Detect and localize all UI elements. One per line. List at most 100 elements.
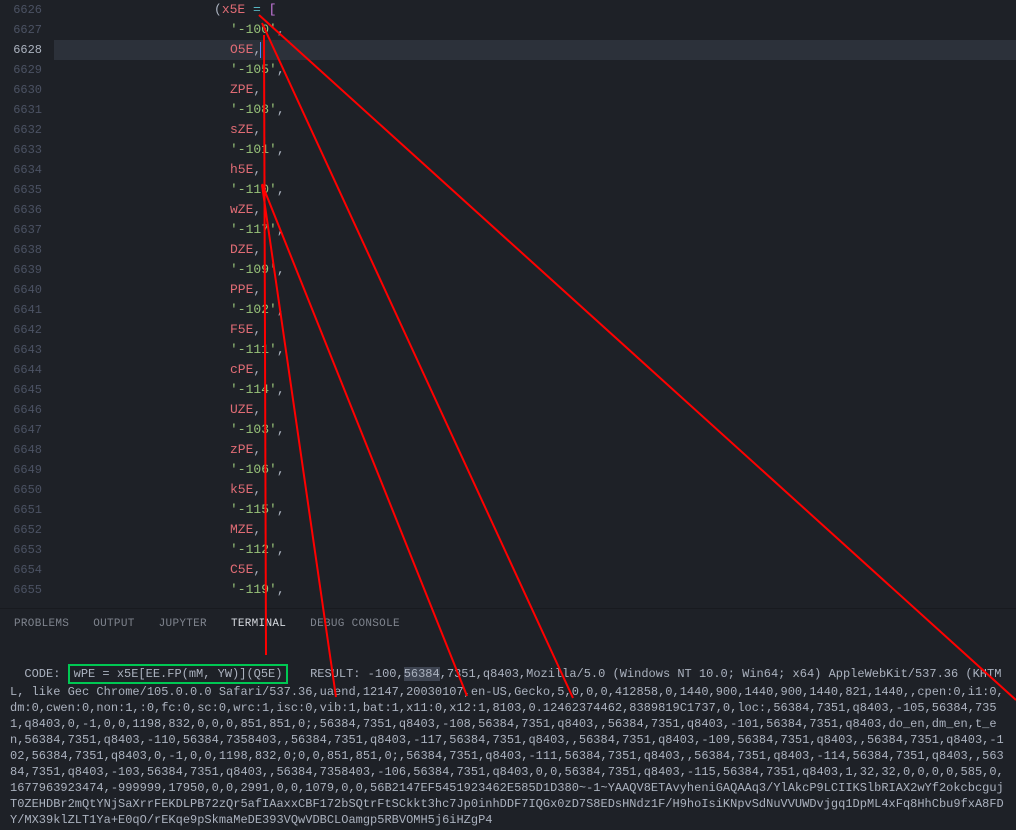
panel-tab-problems[interactable]: PROBLEMS [14, 618, 69, 630]
line-number: 6639 [0, 260, 42, 280]
token: , [277, 182, 285, 197]
line-number: 6648 [0, 440, 42, 460]
code-line[interactable]: '-106', [54, 460, 1016, 480]
code-line[interactable]: h5E, [54, 160, 1016, 180]
highlighted-expression: wPE = x5E[EE.FP(mM, YW)](Q5E) [68, 664, 289, 684]
code-line[interactable]: '-108', [54, 100, 1016, 120]
code-line[interactable]: DZE, [54, 240, 1016, 260]
token: , [277, 22, 285, 37]
token: PPE [230, 282, 253, 297]
token: , [253, 202, 261, 217]
token: k5E [230, 482, 253, 497]
token: UZE [230, 402, 253, 417]
line-number: 6640 [0, 280, 42, 300]
token: , [253, 402, 261, 417]
code-line[interactable]: C5E, [54, 560, 1016, 580]
line-number: 6645 [0, 380, 42, 400]
token: , [277, 382, 285, 397]
code-line[interactable]: F5E, [54, 320, 1016, 340]
line-number: 6655 [0, 580, 42, 600]
code-label: CODE: [24, 667, 67, 681]
code-line[interactable]: UZE, [54, 400, 1016, 420]
token: , [277, 542, 285, 557]
token: , [253, 562, 261, 577]
result-continuation: ,7351,q8403,Mozilla/5.0 (Windows NT 10.0… [10, 667, 1004, 827]
code-line[interactable]: '-114', [54, 380, 1016, 400]
token: , [277, 422, 285, 437]
token: ZPE [230, 82, 253, 97]
panel-tab-output[interactable]: OUTPUT [93, 618, 134, 630]
code-line[interactable]: zPE, [54, 440, 1016, 460]
code-line[interactable]: (x5E = [ [54, 0, 1016, 20]
token: , [253, 242, 261, 257]
line-number: 6654 [0, 560, 42, 580]
code-line[interactable]: '-101', [54, 140, 1016, 160]
token: '-119' [230, 582, 277, 597]
line-number: 6641 [0, 300, 42, 320]
token [261, 2, 269, 17]
code-line[interactable]: '-117', [54, 220, 1016, 240]
token: '-117' [230, 222, 277, 237]
token: , [277, 142, 285, 157]
token: , [277, 342, 285, 357]
panel-tab-terminal[interactable]: TERMINAL [231, 618, 286, 630]
code-line[interactable]: '-109', [54, 260, 1016, 280]
code-area[interactable]: (x5E = ['-100',O5E,'-105',ZPE,'-108',sZE… [54, 0, 1016, 608]
code-line[interactable]: PPE, [54, 280, 1016, 300]
token: cPE [230, 362, 253, 377]
token: '-100' [230, 22, 277, 37]
line-number: 6629 [0, 60, 42, 80]
token: , [253, 482, 261, 497]
code-line[interactable]: '-115', [54, 500, 1016, 520]
code-line[interactable]: wZE, [54, 200, 1016, 220]
token: h5E [230, 162, 253, 177]
token: , [277, 582, 285, 597]
token: , [277, 302, 285, 317]
line-number: 6638 [0, 240, 42, 260]
panel-tab-debug-console[interactable]: DEBUG CONSOLE [310, 618, 400, 630]
token [245, 2, 253, 17]
code-line[interactable]: '-103', [54, 420, 1016, 440]
token: , [277, 462, 285, 477]
code-line[interactable]: k5E, [54, 480, 1016, 500]
token: , [253, 522, 261, 537]
token: zPE [230, 442, 253, 457]
line-number: 6650 [0, 480, 42, 500]
terminal-output[interactable]: CODE: wPE = x5E[EE.FP(mM, YW)](Q5E) RESU… [0, 638, 1016, 830]
line-number: 6652 [0, 520, 42, 540]
code-line[interactable]: ZPE, [54, 80, 1016, 100]
token: , [277, 262, 285, 277]
token: C5E [230, 562, 253, 577]
token: , [253, 362, 261, 377]
token: , [277, 62, 285, 77]
line-number: 6637 [0, 220, 42, 240]
line-number: 6632 [0, 120, 42, 140]
line-number: 6642 [0, 320, 42, 340]
line-number: 6649 [0, 460, 42, 480]
code-line[interactable]: O5E, [54, 40, 1016, 60]
code-line[interactable]: '-112', [54, 540, 1016, 560]
code-line[interactable]: MZE, [54, 520, 1016, 540]
token: , [253, 82, 261, 97]
code-line[interactable]: '-110', [54, 180, 1016, 200]
code-line[interactable]: sZE, [54, 120, 1016, 140]
token: '-108' [230, 102, 277, 117]
code-line[interactable]: cPE, [54, 360, 1016, 380]
line-number: 6651 [0, 500, 42, 520]
line-number: 6626 [0, 0, 42, 20]
line-number: 6631 [0, 100, 42, 120]
line-number: 6634 [0, 160, 42, 180]
token: , [253, 122, 261, 137]
code-line[interactable]: '-102', [54, 300, 1016, 320]
line-number: 6644 [0, 360, 42, 380]
result-selected: 56384 [404, 667, 440, 681]
code-line[interactable]: '-111', [54, 340, 1016, 360]
panel-tab-jupyter[interactable]: JUPYTER [159, 618, 207, 630]
code-line[interactable]: '-100', [54, 20, 1016, 40]
code-line[interactable]: '-105', [54, 60, 1016, 80]
token: '-114' [230, 382, 277, 397]
token: '-105' [230, 62, 277, 77]
token: '-103' [230, 422, 277, 437]
token: = [253, 2, 261, 17]
code-line[interactable]: '-119', [54, 580, 1016, 600]
